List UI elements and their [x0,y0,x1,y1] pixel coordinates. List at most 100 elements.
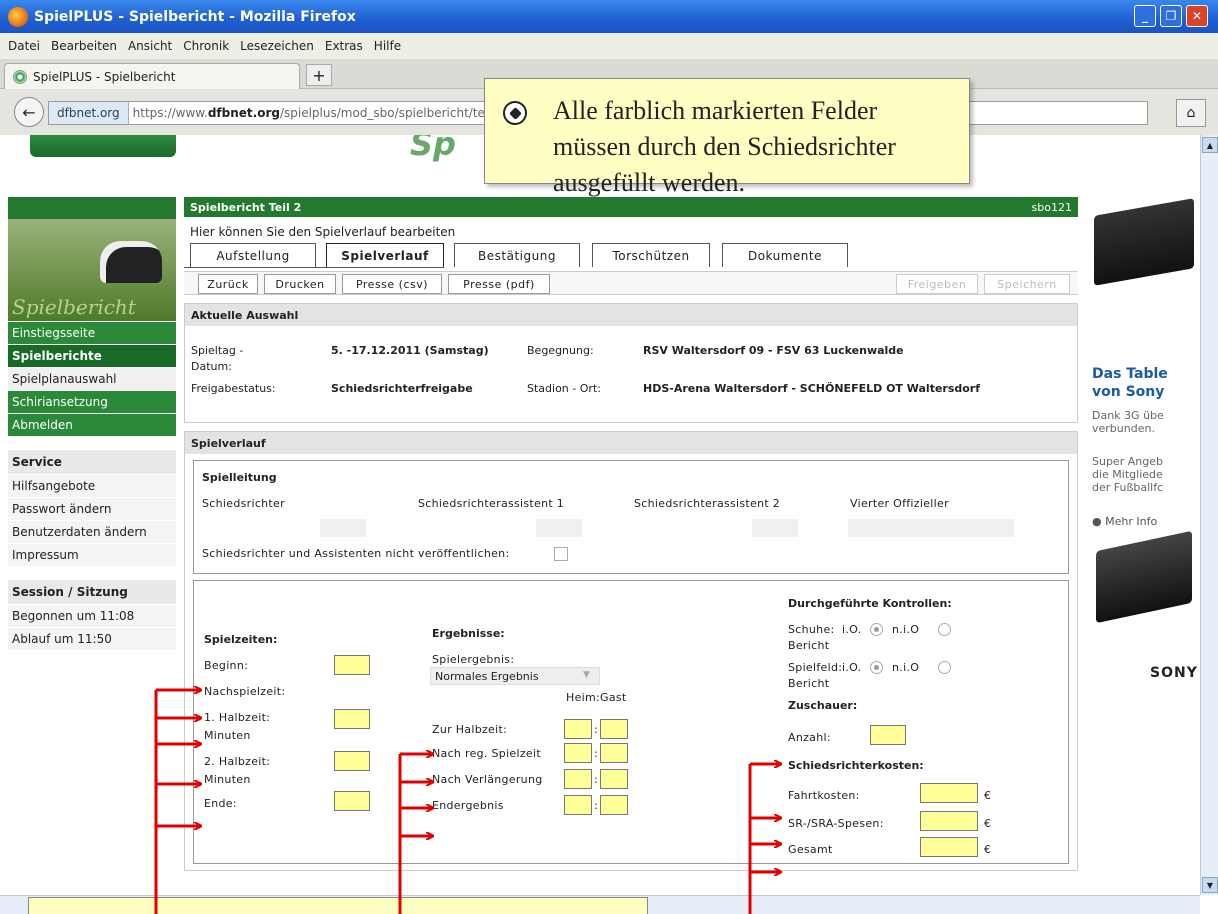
spielergebnis-select[interactable]: Normales Ergebnis ▼ [430,667,600,685]
spielfeld-io-radio[interactable] [870,661,883,674]
halbzeit-gast-input[interactable] [600,719,628,739]
site-identity[interactable]: dfbnet.org [49,102,129,124]
spielleitung-panel: Spielleitung Schiedsrichter Schiedsricht… [193,460,1069,574]
end-gast-input[interactable] [600,795,628,815]
sidebar-item-abmelden[interactable]: Abmelden [8,413,176,436]
euro-label: € [984,789,992,802]
freigabestatus-value: Schiedsrichterfreigabe [331,382,473,395]
menu-extras[interactable]: Extras [325,39,363,53]
nachspielzeit-label: Nachspielzeit: [204,685,286,698]
sra1-field [536,519,582,537]
menu-hilfe[interactable]: Hilfe [374,39,401,53]
mehr-info-link[interactable]: ● Mehr Info [1092,515,1157,528]
tab-aufstellung[interactable]: Aufstellung [190,243,316,267]
drucken-button[interactable]: Drucken [264,274,336,294]
sidebar-item-einstiegsseite[interactable]: Einstiegsseite [8,321,176,344]
vertical-scrollbar[interactable]: ▲ ▼ [1200,135,1218,895]
nicht-veroeffentlichen-label: Schiedsrichter und Assistenten nicht ver… [202,547,510,560]
callout-text: Alle farblich markierten Felder müssen d… [553,96,896,197]
begegnung-label: Begegnung: [527,344,594,357]
fahrtkosten-input[interactable] [920,783,978,803]
ende-input[interactable] [334,791,370,811]
beginn-input[interactable] [334,655,370,675]
spieltag-label: Spieltag - [191,344,244,357]
nicht-veroeffentlichen-checkbox[interactable] [554,547,568,561]
football-boots-image [100,241,162,283]
minimize-button[interactable]: _ [1134,5,1156,27]
sidebar-item-impressum[interactable]: Impressum [8,543,176,566]
freigeben-button[interactable]: Freigeben [896,274,978,294]
tab-dokumente[interactable]: Dokumente [722,243,848,267]
new-tab-button[interactable]: + [306,64,332,86]
maximize-button[interactable]: ❐ [1160,5,1182,27]
close-button[interactable]: ✕ [1186,5,1208,27]
home-button[interactable]: ⌂ [1176,99,1206,127]
halbzeit2-minuten-label: Minuten [204,773,251,786]
schuhe-io-radio[interactable] [870,623,883,636]
presse-pdf-button[interactable]: Presse (pdf) [448,274,550,294]
menu-ansicht[interactable]: Ansicht [128,39,172,53]
sidebar-item-spielplanauswahl[interactable]: Spielplanauswahl [8,367,176,390]
verl-gast-input[interactable] [600,769,628,789]
zuschauer-title: Zuschauer: [788,699,858,712]
menu-datei[interactable]: Datei [8,39,40,53]
ad-title-line1: Das Table [1092,366,1168,382]
url-domain: dfbnet.org [207,106,280,120]
halbzeit1-minuten-label: Minuten [204,729,251,742]
sony-logo: SONY [1150,665,1198,681]
reg-gast-input[interactable] [600,743,628,763]
nach-verlaengerung-label: Nach Verlängerung [432,773,543,786]
halbzeit1-label: 1. Halbzeit: [204,711,271,724]
tab-bestaetigung[interactable]: Bestätigung [454,243,580,267]
ad-title-line2: von Sony [1092,384,1165,400]
sony-ad[interactable]: Das Table von Sony Dank 3G übe verbunden. … [1086,197,1200,633]
menu-lesezeichen[interactable]: Lesezeichen [240,39,314,53]
schuhe-nio-radio[interactable] [938,623,951,636]
spielfeld-label: Spielfeld: [788,661,843,674]
scroll-up-icon[interactable]: ▲ [1202,137,1218,153]
halbzeit1-input[interactable] [334,709,370,729]
browser-tab[interactable]: SpielPLUS - Spielbericht [4,63,300,89]
halbzeit2-input[interactable] [334,751,370,771]
menu-bearbeiten[interactable]: Bearbeiten [51,39,117,53]
score-separator: : [594,747,599,760]
spielfeld-nio-radio[interactable] [938,661,951,674]
sidebar-header [8,197,176,219]
vierter-offizieller-field[interactable] [848,519,1014,537]
spielfeld-nio-label: n.i.O [892,661,920,674]
edit-hint: Hier können Sie den Spielverlauf bearbei… [190,225,456,239]
zurueck-button[interactable]: Zurück [198,274,258,294]
sidebar-item-schiriansetzung[interactable]: Schiriansetzung [8,390,176,413]
scroll-down-icon[interactable]: ▼ [1202,877,1218,893]
halbzeit-heim-input[interactable] [564,719,592,739]
zuschauer-anzahl-input[interactable] [870,725,906,745]
aktuelle-auswahl-title: Aktuelle Auswahl [185,304,1077,326]
back-button[interactable]: ← [14,97,44,127]
page-title: Spielbericht Teil 2 [190,200,302,214]
sra2-field [752,519,798,537]
sidebar-item-hilfsangebote[interactable]: Hilfsangebote [8,474,176,497]
speichern-button[interactable]: Speichern [984,274,1070,294]
back-arrow-icon: ← [22,102,36,122]
presse-csv-button[interactable]: Presse (csv) [342,274,442,294]
menu-chronik[interactable]: Chronik [183,39,229,53]
tab-torschuetzen[interactable]: Torschützen [592,243,710,267]
sidebar-item-passwort[interactable]: Passwort ändern [8,497,176,520]
tabs-row: Hier können Sie den Spielverlauf bearbei… [184,217,1078,271]
tablet-image-2 [1096,530,1192,624]
spesen-input[interactable] [920,811,978,831]
gesamt-input[interactable] [920,837,978,857]
session-ablauf: Ablauf um 11:50 [8,627,176,650]
reg-heim-input[interactable] [564,743,592,763]
sidebar-item-spielberichte[interactable]: Spielberichte [8,344,176,367]
verl-heim-input[interactable] [564,769,592,789]
sidebar-item-benutzerdaten[interactable]: Benutzerdaten ändern [8,520,176,543]
site-identity-label: dfbnet.org [57,106,120,120]
service-title: Service [8,450,176,474]
menu-bar: Datei Bearbeiten Ansicht Chronik Lesezei… [0,33,1218,59]
euro-label: € [984,817,992,830]
end-heim-input[interactable] [564,795,592,815]
tab-spielverlauf[interactable]: Spielverlauf [326,243,444,267]
ad-text1-line2: verbunden. [1092,422,1155,435]
vierter-offizieller-label: Vierter Offizieller [850,497,949,510]
